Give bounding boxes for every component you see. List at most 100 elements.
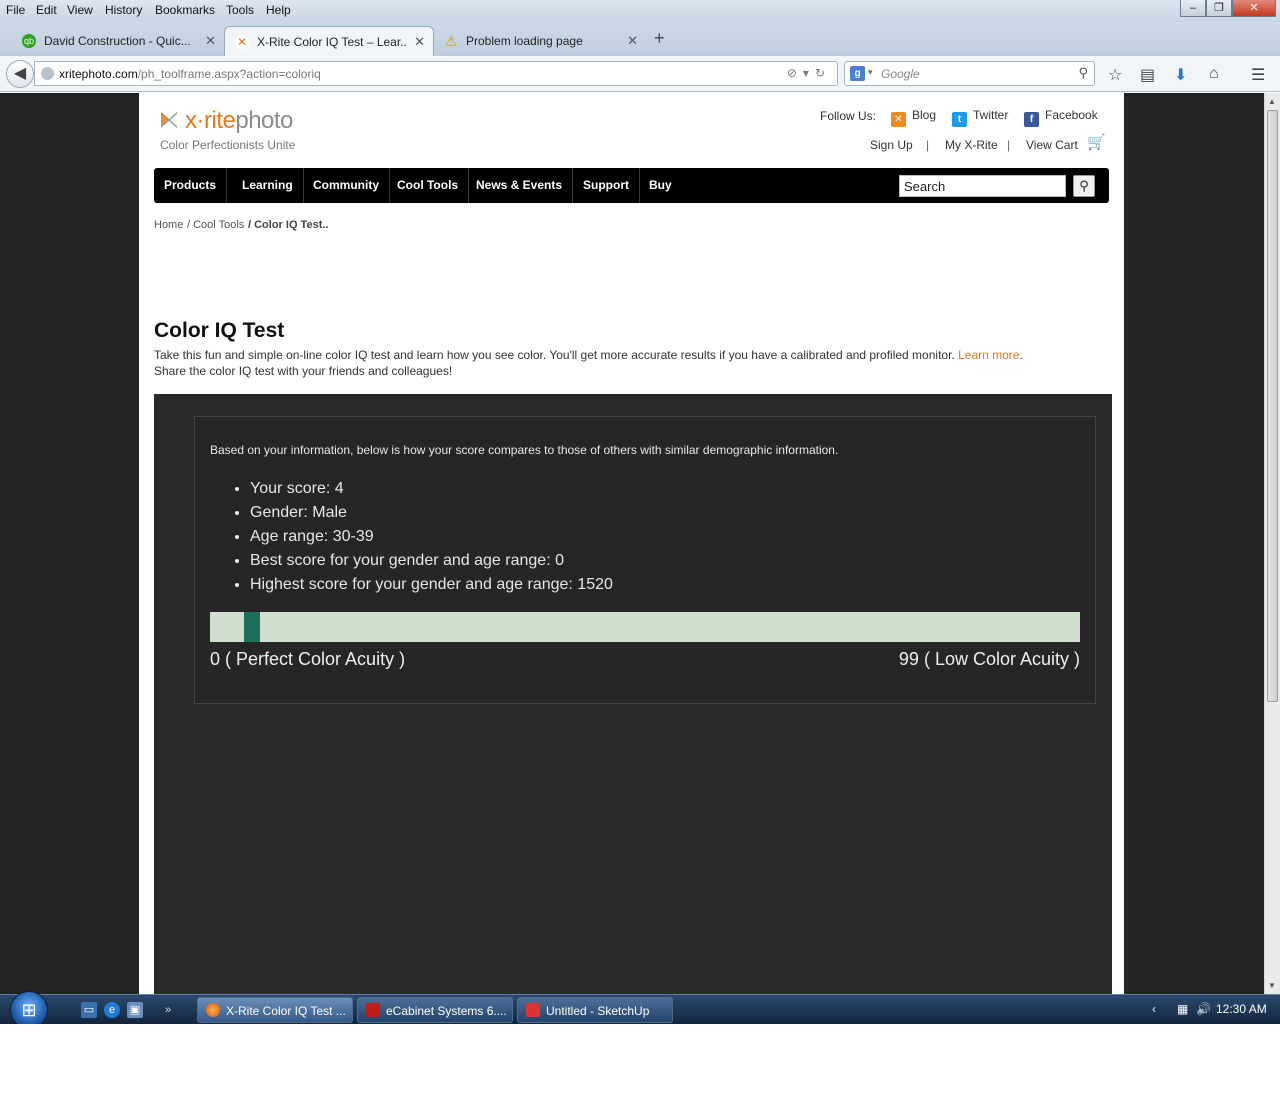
menu-tools[interactable]: Tools <box>226 3 254 17</box>
nav-cool-tools[interactable]: Cool Tools <box>387 168 470 203</box>
chevron-down-icon[interactable]: ▾ <box>868 67 873 78</box>
vertical-scrollbar[interactable]: ▲ ▼ <box>1264 93 1280 994</box>
score-scale-bar <box>210 612 1080 642</box>
result-box: Based on your information, below is how … <box>194 416 1096 704</box>
url-text: xritephoto.com/ph_toolframe.aspx?action=… <box>59 67 321 81</box>
close-tab-icon[interactable]: ✕ <box>205 33 216 49</box>
task-ecabinet[interactable]: eCabinet Systems 6.... <box>357 997 513 1023</box>
window-switch-icon[interactable]: ▣ <box>127 1002 143 1018</box>
tagline: Color Perfectionists Unite <box>160 138 296 152</box>
close-window-icon[interactable]: ✕ <box>1232 0 1276 17</box>
close-tab-icon[interactable]: ✕ <box>414 34 425 50</box>
twitter-link[interactable]: t Twitter <box>952 108 1008 127</box>
tab-xrite[interactable]: ✕ X-Rite Color IQ Test – Lear... ✕ <box>224 26 434 56</box>
learn-more-link[interactable]: Learn more <box>958 348 1019 362</box>
taskbar-clock[interactable]: 12:30 AM <box>1216 1002 1267 1016</box>
list-item: Highest score for your gender and age ra… <box>250 573 613 597</box>
menu-bookmarks[interactable]: Bookmarks <box>155 3 215 17</box>
tab-problem-loading[interactable]: ⚠ Problem loading page ✕ <box>434 26 646 56</box>
score-marker <box>244 612 260 642</box>
breadcrumb-current: / Color IQ Test.. <box>248 219 329 231</box>
google-icon[interactable]: g <box>850 66 865 81</box>
compare-text: Based on your information, below is how … <box>210 443 839 457</box>
window-controls: – ❐ ✕ <box>1180 0 1276 18</box>
sign-up-link[interactable]: Sign Up <box>870 138 913 152</box>
separator: | <box>926 138 930 152</box>
task-firefox[interactable]: X-Rite Color IQ Test ... <box>197 997 353 1023</box>
site-search-input[interactable] <box>899 175 1066 197</box>
page-viewport: x·ritephoto Color Perfectionists Unite F… <box>0 93 1264 994</box>
sketchup-icon <box>526 1003 540 1017</box>
nav-learning[interactable]: Learning <box>232 168 304 203</box>
internet-explorer-icon[interactable]: e <box>104 1002 120 1018</box>
chevron-right-icon[interactable]: » <box>160 1002 176 1018</box>
home-icon[interactable]: ⌂ <box>1209 65 1219 83</box>
search-placeholder: Google <box>881 67 920 81</box>
view-cart-link[interactable]: View Cart <box>1026 138 1078 152</box>
tab-quickbooks[interactable]: qb David Construction - Quic... ✕ <box>12 26 224 56</box>
intro-text: Take this fun and simple on-line color I… <box>154 348 1023 378</box>
rss-icon: ✕ <box>891 112 906 127</box>
menu-file[interactable]: File <box>6 3 25 17</box>
facebook-link[interactable]: f Facebook <box>1024 108 1098 127</box>
breadcrumb-cool-tools[interactable]: / Cool Tools <box>187 219 244 231</box>
menu-bar: File Edit View History Bookmarks Tools H… <box>0 0 1280 22</box>
nav-news-events[interactable]: News & Events <box>466 168 574 203</box>
search-icon[interactable]: ⚲ <box>1073 175 1095 197</box>
task-sketchup[interactable]: Untitled - SketchUp <box>517 997 673 1023</box>
search-icon[interactable]: ⚲ <box>1078 65 1088 81</box>
list-item: Age range: 30-39 <box>250 525 613 549</box>
task-label: Untitled - SketchUp <box>546 1004 650 1018</box>
score-stats-list: Your score: 4 Gender: Male Age range: 30… <box>250 477 613 597</box>
brand-name: x·ritephoto <box>185 107 293 134</box>
bookmarks-list-icon[interactable]: ▤ <box>1140 65 1155 85</box>
navigation-toolbar: ◀ xritephoto.com/ph_toolframe.aspx?actio… <box>0 56 1280 92</box>
network-icon[interactable]: ▦ <box>1177 1002 1188 1016</box>
back-button[interactable]: ◀ <box>6 60 34 88</box>
new-tab-icon[interactable]: + <box>654 28 665 49</box>
menu-icon[interactable]: ☰ <box>1251 65 1265 85</box>
reload-icon[interactable]: ⊘▾↻ <box>787 66 831 80</box>
cart-icon[interactable]: 🛒 <box>1087 133 1106 151</box>
nav-products[interactable]: Products <box>154 168 228 203</box>
facebook-icon: f <box>1024 112 1039 127</box>
maximize-icon[interactable]: ❐ <box>1206 0 1232 17</box>
ecabinet-icon <box>366 1003 380 1017</box>
download-icon[interactable]: ⬇ <box>1174 65 1187 85</box>
follow-us-label: Follow Us: <box>820 109 877 123</box>
search-bar[interactable]: g ▾ Google ⚲ <box>844 61 1095 86</box>
separator: | <box>1007 138 1011 152</box>
tab-strip: qb David Construction - Quic... ✕ ✕ X-Ri… <box>0 22 1280 56</box>
list-item: Gender: Male <box>250 501 613 525</box>
show-desktop-icon[interactable]: ▭ <box>81 1002 97 1018</box>
nav-support[interactable]: Support <box>573 168 640 203</box>
breadcrumb-home[interactable]: Home <box>154 219 183 231</box>
tab-label: Problem loading page <box>466 34 583 48</box>
windows-taskbar: ⊞ ▭ e ▣ » X-Rite Color IQ Test ... eCabi… <box>0 991 1280 1029</box>
menu-edit[interactable]: Edit <box>36 3 57 17</box>
scroll-up-icon[interactable]: ▲ <box>1268 97 1276 106</box>
nav-buy[interactable]: Buy <box>639 168 682 203</box>
minimize-icon[interactable]: – <box>1180 0 1206 17</box>
tray-expand-icon[interactable]: ‹ <box>1152 1002 1156 1016</box>
test-result-panel: Based on your information, below is how … <box>154 394 1112 994</box>
menu-view[interactable]: View <box>67 3 93 17</box>
tab-label: X-Rite Color IQ Test – Lear... <box>257 35 407 49</box>
volume-icon[interactable]: 🔊 <box>1196 1002 1211 1016</box>
url-bar[interactable]: xritephoto.com/ph_toolframe.aspx?action=… <box>34 61 838 86</box>
menu-history[interactable]: History <box>105 3 142 17</box>
scroll-down-icon[interactable]: ▼ <box>1268 981 1276 990</box>
scrollbar-thumb[interactable] <box>1267 110 1278 702</box>
close-tab-icon[interactable]: ✕ <box>627 33 638 49</box>
scale-label-right: 99 ( Low Color Acuity ) <box>898 649 1080 669</box>
menu-help[interactable]: Help <box>266 3 291 17</box>
blog-link[interactable]: ✕ Blog <box>891 108 936 127</box>
globe-icon <box>41 67 54 80</box>
xrite-logo-icon <box>161 112 177 128</box>
blank-area <box>0 1024 1280 1100</box>
my-xrite-link[interactable]: My X-Rite <box>945 138 998 152</box>
firefox-icon <box>206 1003 220 1017</box>
bookmark-star-icon[interactable]: ☆ <box>1108 65 1122 85</box>
nav-community[interactable]: Community <box>303 168 390 203</box>
scale-label-left: 0 ( Perfect Color Acuity ) <box>210 649 406 669</box>
